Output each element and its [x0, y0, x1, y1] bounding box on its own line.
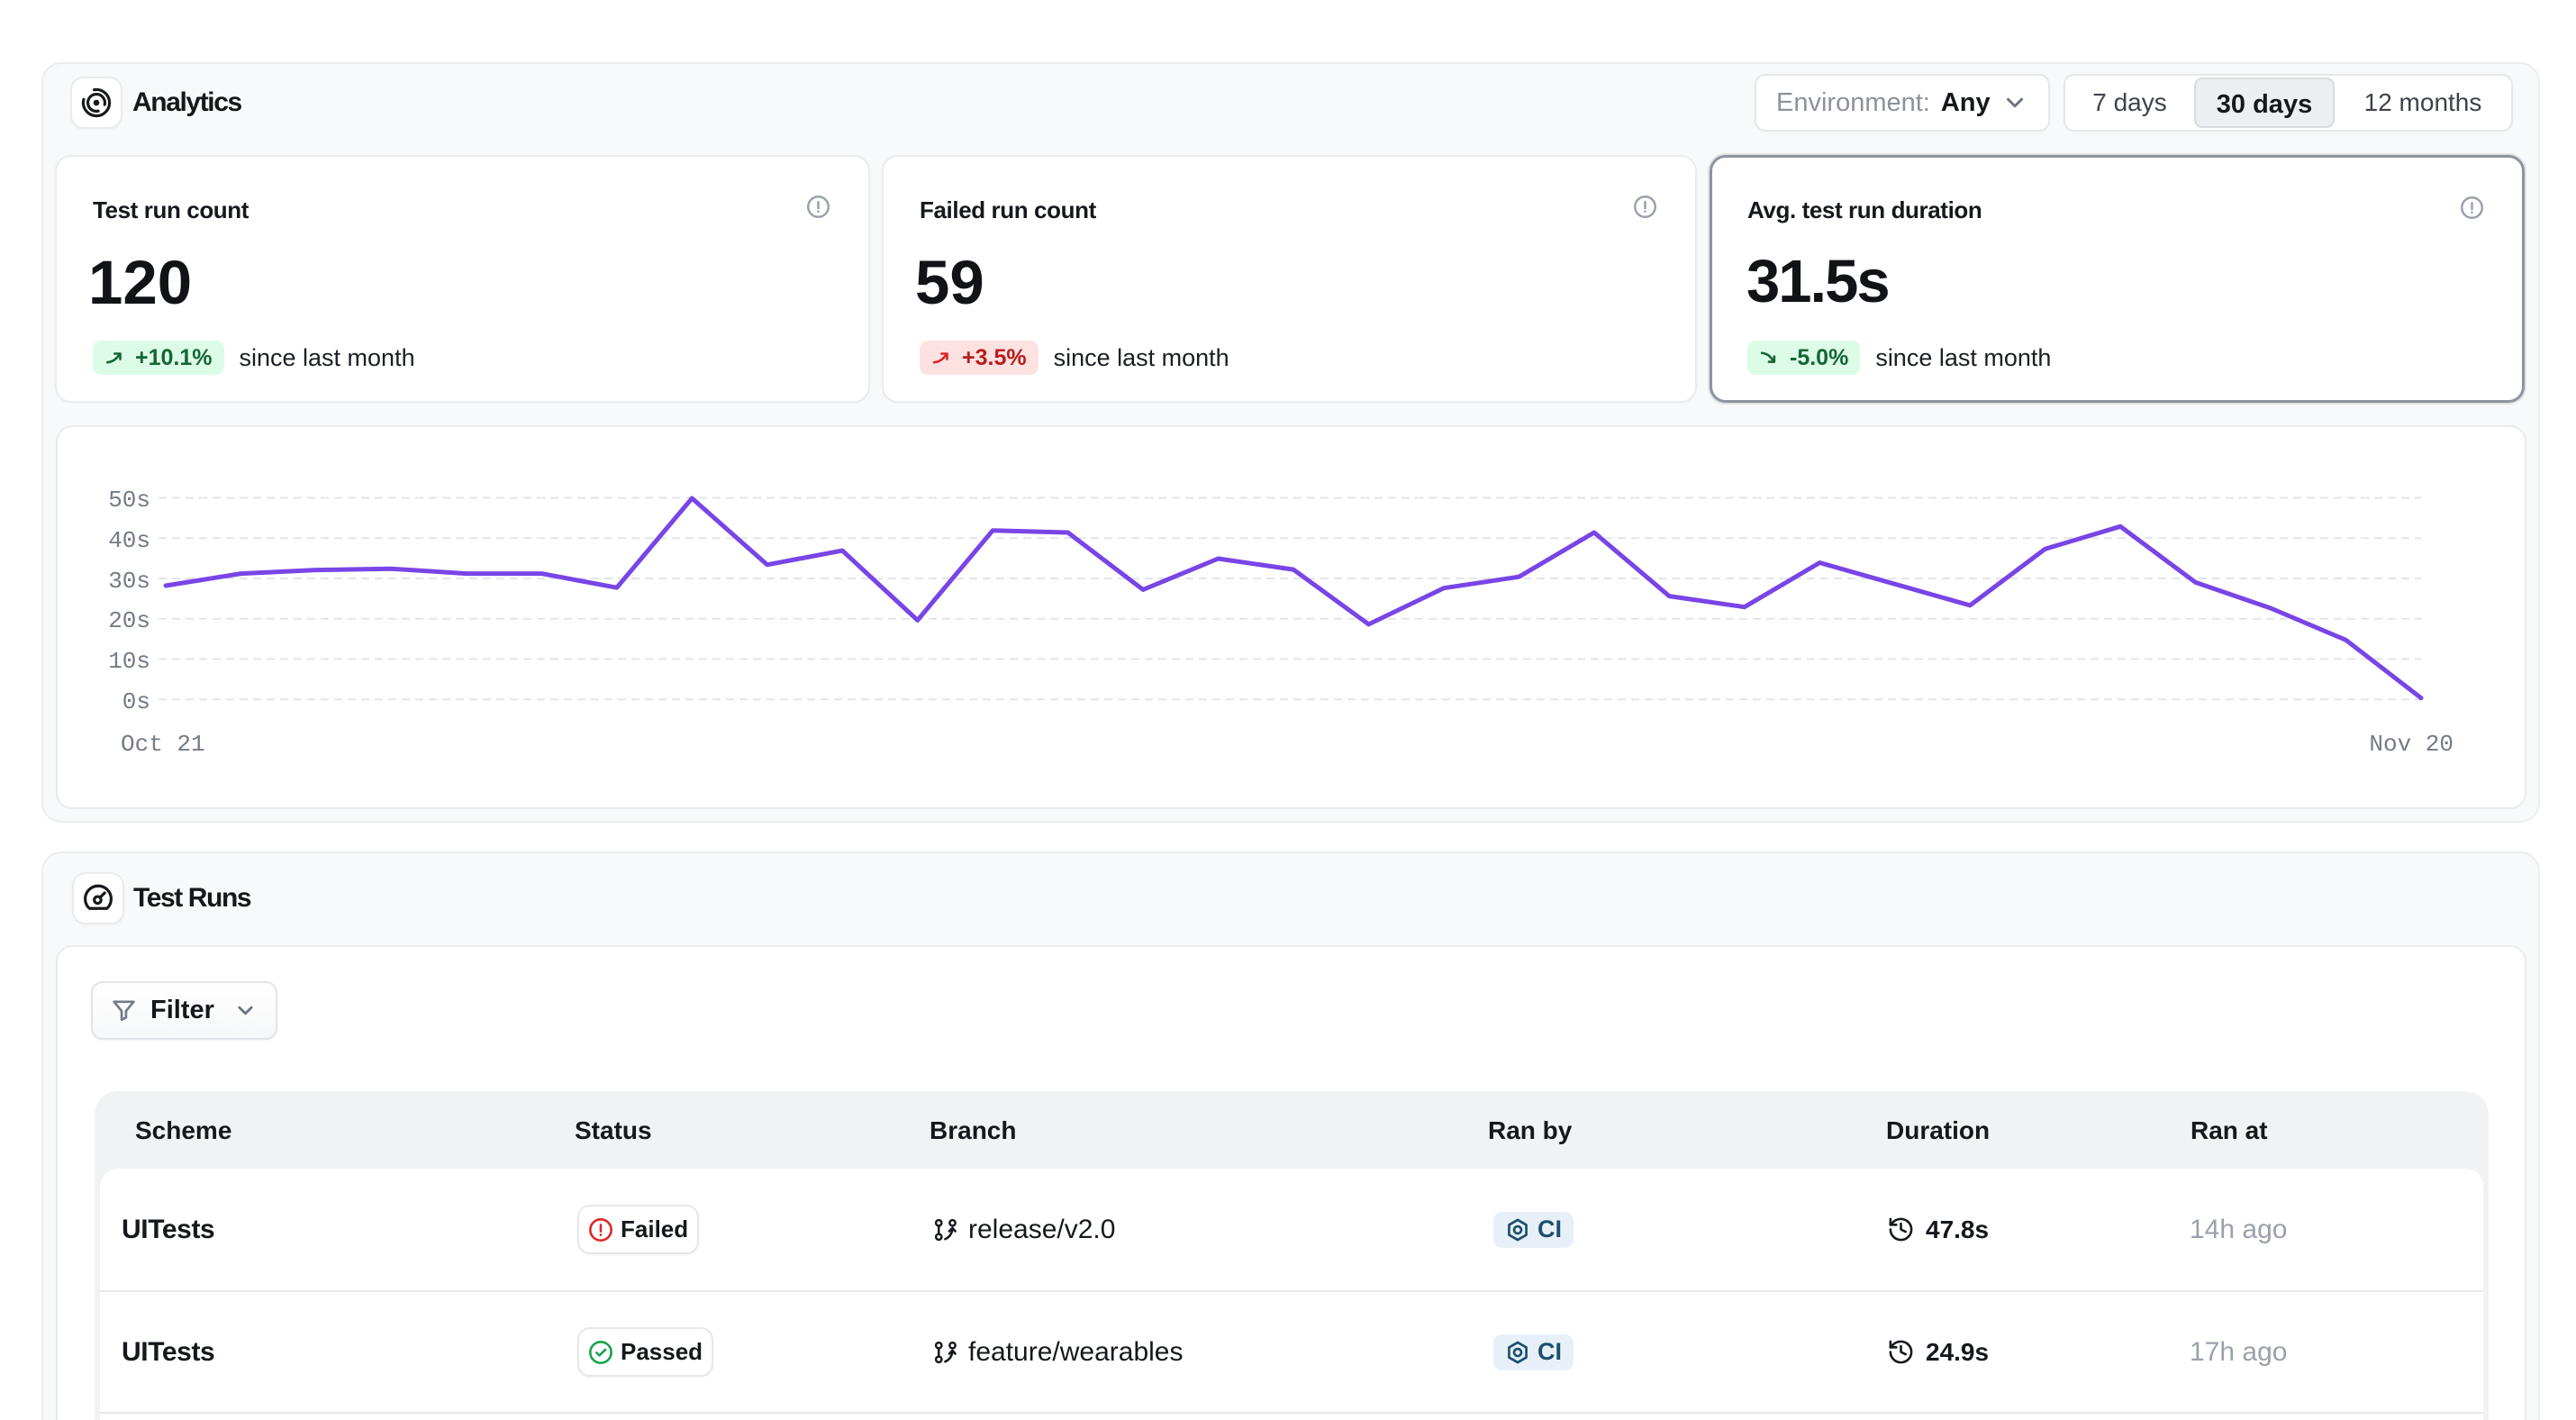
- svg-text:10s: 10s: [108, 648, 150, 675]
- svg-text:30s: 30s: [108, 568, 150, 595]
- svg-text:40s: 40s: [108, 527, 150, 554]
- svg-text:Oct 21: Oct 21: [121, 731, 205, 758]
- svg-text:20s: 20s: [108, 607, 150, 634]
- svg-text:Nov 20: Nov 20: [2369, 731, 2454, 758]
- svg-text:50s: 50s: [108, 487, 150, 514]
- svg-text:0s: 0s: [122, 688, 150, 715]
